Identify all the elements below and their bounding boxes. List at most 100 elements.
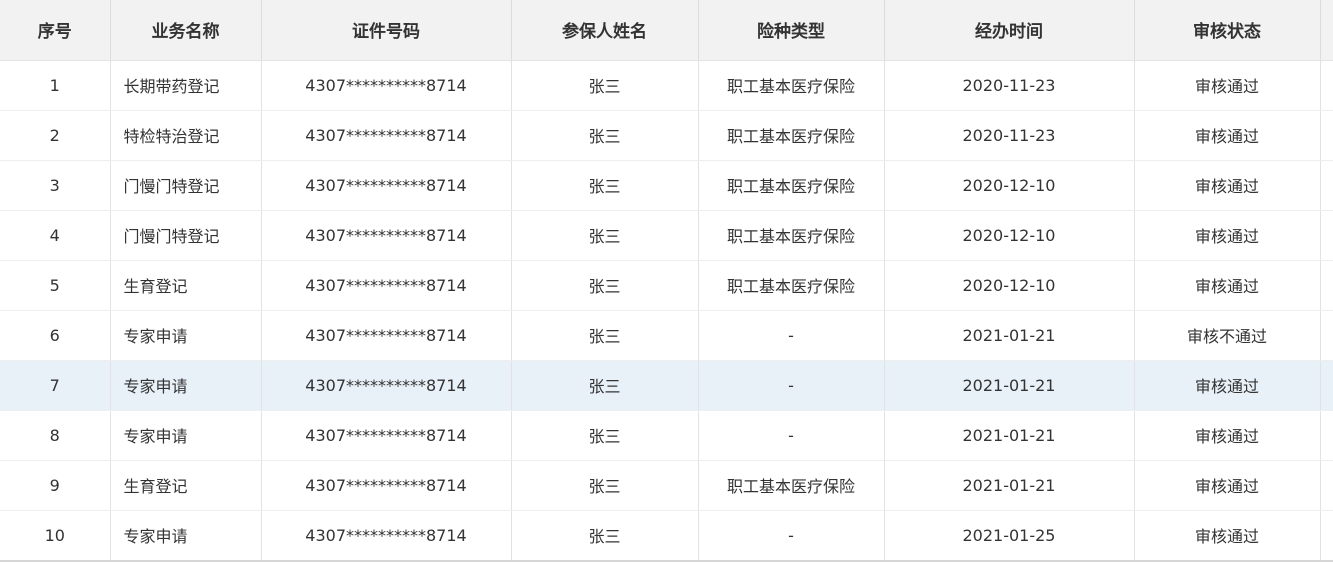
cell-process-date: 2021-01-21 bbox=[884, 310, 1135, 361]
table-row[interactable]: 10 专家申请 4307**********8714 张三 -2021-01-25 审核通… bbox=[0, 510, 1333, 560]
row-filler bbox=[1320, 460, 1333, 511]
table-row[interactable]: 8 专家申请 4307**********8714 张三 -2021-01-21 审核通过 bbox=[0, 410, 1333, 461]
cell-business-name: 生育登记 bbox=[110, 460, 262, 511]
cell-insurance-type: 职工基本医疗保险 bbox=[698, 210, 885, 261]
cell-id-number: 4307**********8714 bbox=[261, 410, 512, 461]
cell-process-date: 2020-12-10 bbox=[884, 210, 1135, 261]
cell-insurance-type: - bbox=[698, 360, 885, 411]
table-row[interactable]: 9 生育登记 4307**********8714 张三 职工基本医疗保险 2021-01… bbox=[0, 460, 1333, 511]
cell-insurance-type: - bbox=[698, 510, 885, 560]
cell-insurance-type: 职工基本医疗保险 bbox=[698, 110, 885, 161]
cell-id-number: 4307**********8714 bbox=[261, 60, 512, 111]
records-table: 序号 业务名称 证件号码 参保人姓名 险种类型 经办时间 审核状态 1 长期带药登… bbox=[0, 0, 1333, 560]
table-header: 序号 业务名称 证件号码 参保人姓名 险种类型 经办时间 审核状态 bbox=[0, 0, 1333, 61]
table-row[interactable]: 1 长期带药登记 4307**********8714 张三 职工基本医疗保险 2020-… bbox=[0, 60, 1333, 111]
table-body: 1 长期带药登记 4307**********8714 张三 职工基本医疗保险 2020-… bbox=[0, 60, 1333, 560]
cell-id-number: 4307**********8714 bbox=[261, 460, 512, 511]
cell-process-date: 2020-11-23 bbox=[884, 60, 1135, 111]
cell-business-name: 长期带药登记 bbox=[110, 60, 262, 111]
cell-id-number: 4307**********8714 bbox=[261, 260, 512, 311]
cell-seq: 10 bbox=[0, 510, 111, 560]
cell-insured-name: 张三 bbox=[511, 310, 699, 361]
row-filler bbox=[1320, 160, 1333, 211]
row-filler bbox=[1320, 210, 1333, 261]
cell-process-date: 2020-12-10 bbox=[884, 160, 1135, 211]
cell-insured-name: 张三 bbox=[511, 360, 699, 411]
cell-business-name: 专家申请 bbox=[110, 310, 262, 361]
cell-seq: 6 bbox=[0, 310, 111, 361]
row-filler bbox=[1320, 360, 1333, 411]
table-row[interactable]: 3 门慢门特登记 4307**********8714 张三 职工基本医疗保险 2020-… bbox=[0, 160, 1333, 211]
header-review-status[interactable]: 审核状态 bbox=[1134, 0, 1321, 61]
cell-id-number: 4307**********8714 bbox=[261, 210, 512, 261]
cell-review-status: 审核通过 bbox=[1134, 460, 1321, 511]
cell-insured-name: 张三 bbox=[511, 260, 699, 311]
cell-seq: 3 bbox=[0, 160, 111, 211]
header-id-number[interactable]: 证件号码 bbox=[261, 0, 512, 61]
cell-seq: 4 bbox=[0, 210, 111, 261]
cell-process-date: 2021-01-21 bbox=[884, 360, 1135, 411]
cell-business-name: 特检特治登记 bbox=[110, 110, 262, 161]
header-insured-name[interactable]: 参保人姓名 bbox=[511, 0, 699, 61]
cell-business-name: 生育登记 bbox=[110, 260, 262, 311]
row-filler bbox=[1320, 310, 1333, 361]
cell-seq: 5 bbox=[0, 260, 111, 311]
table-row[interactable]: 6 专家申请 4307**********8714 张三 -2021-01-21 审核不通… bbox=[0, 310, 1333, 361]
cell-id-number: 4307**********8714 bbox=[261, 360, 512, 411]
row-filler bbox=[1320, 60, 1333, 111]
header-insurance-type[interactable]: 险种类型 bbox=[698, 0, 885, 61]
cell-id-number: 4307**********8714 bbox=[261, 310, 512, 361]
cell-business-name: 专家申请 bbox=[110, 410, 262, 461]
cell-insurance-type: 职工基本医疗保险 bbox=[698, 460, 885, 511]
cell-seq: 8 bbox=[0, 410, 111, 461]
cell-insured-name: 张三 bbox=[511, 210, 699, 261]
cell-insured-name: 张三 bbox=[511, 60, 699, 111]
cell-seq: 1 bbox=[0, 60, 111, 111]
cell-id-number: 4307**********8714 bbox=[261, 160, 512, 211]
cell-business-name: 专家申请 bbox=[110, 510, 262, 560]
cell-insurance-type: 职工基本医疗保险 bbox=[698, 60, 885, 111]
cell-review-status: 审核通过 bbox=[1134, 510, 1321, 560]
cell-business-name: 专家申请 bbox=[110, 360, 262, 411]
cell-insurance-type: - bbox=[698, 310, 885, 361]
cell-review-status: 审核通过 bbox=[1134, 410, 1321, 461]
row-filler bbox=[1320, 510, 1333, 560]
cell-insured-name: 张三 bbox=[511, 410, 699, 461]
cell-process-date: 2021-01-25 bbox=[884, 510, 1135, 560]
cell-insurance-type: 职工基本医疗保险 bbox=[698, 260, 885, 311]
row-filler bbox=[1320, 110, 1333, 161]
cell-business-name: 门慢门特登记 bbox=[110, 160, 262, 211]
cell-process-date: 2021-01-21 bbox=[884, 460, 1135, 511]
cell-insured-name: 张三 bbox=[511, 110, 699, 161]
records-table-container: 序号 业务名称 证件号码 参保人姓名 险种类型 经办时间 审核状态 1 长期带药登… bbox=[0, 0, 1333, 562]
cell-review-status: 审核通过 bbox=[1134, 60, 1321, 111]
cell-process-date: 2020-11-23 bbox=[884, 110, 1135, 161]
cell-review-status: 审核通过 bbox=[1134, 210, 1321, 261]
cell-process-date: 2021-01-21 bbox=[884, 410, 1135, 461]
cell-seq: 9 bbox=[0, 460, 111, 511]
header-process-date[interactable]: 经办时间 bbox=[884, 0, 1135, 61]
cell-review-status: 审核通过 bbox=[1134, 360, 1321, 411]
row-filler bbox=[1320, 260, 1333, 311]
cell-id-number: 4307**********8714 bbox=[261, 510, 512, 560]
cell-review-status: 审核通过 bbox=[1134, 160, 1321, 211]
cell-insurance-type: - bbox=[698, 410, 885, 461]
header-filler bbox=[1320, 0, 1333, 61]
table-row[interactable]: 5 生育登记 4307**********8714 张三 职工基本医疗保险 2020-12… bbox=[0, 260, 1333, 311]
cell-id-number: 4307**********8714 bbox=[261, 110, 512, 161]
cell-review-status: 审核通过 bbox=[1134, 110, 1321, 161]
cell-insurance-type: 职工基本医疗保险 bbox=[698, 160, 885, 211]
cell-seq: 7 bbox=[0, 360, 111, 411]
header-seq[interactable]: 序号 bbox=[0, 0, 111, 61]
cell-insured-name: 张三 bbox=[511, 160, 699, 211]
table-row[interactable]: 2 特检特治登记 4307**********8714 张三 职工基本医疗保险 2020-… bbox=[0, 110, 1333, 161]
cell-insured-name: 张三 bbox=[511, 510, 699, 560]
header-business-name[interactable]: 业务名称 bbox=[110, 0, 262, 61]
cell-review-status: 审核不通过 bbox=[1134, 310, 1321, 361]
cell-process-date: 2020-12-10 bbox=[884, 260, 1135, 311]
table-row[interactable]: 4 门慢门特登记 4307**********8714 张三 职工基本医疗保险 2020-… bbox=[0, 210, 1333, 261]
cell-seq: 2 bbox=[0, 110, 111, 161]
table-row[interactable]: 7 专家申请 4307**********8714 张三 -2021-01-21 审核通过 bbox=[0, 360, 1333, 411]
row-filler bbox=[1320, 410, 1333, 461]
header-row: 序号 业务名称 证件号码 参保人姓名 险种类型 经办时间 审核状态 bbox=[0, 0, 1333, 61]
